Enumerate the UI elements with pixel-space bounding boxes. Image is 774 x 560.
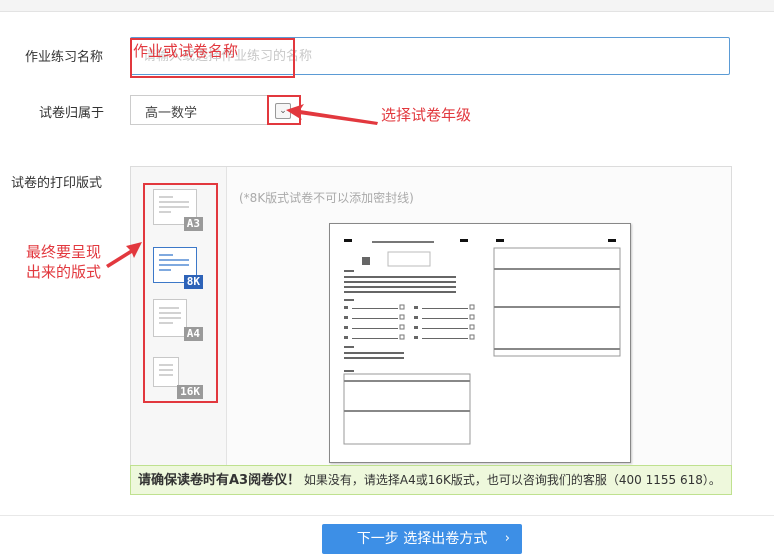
name-annotation-text: 作业或试卷名称 [133, 42, 239, 60]
next-step-button[interactable]: 下一步 选择出卷方式 › [322, 524, 522, 554]
a3-scanner-notice: 请确保读卷时有A3阅卷仪！ 如果没有，请选择A4或16K版式，也可以咨询我们的客… [130, 465, 732, 495]
notice-bold-text: 请确保读卷时有A3阅卷仪！ [138, 473, 301, 488]
next-step-label: 下一步 选择出卷方式 [356, 531, 488, 547]
format-annotation-text: 最终要呈现 出来的版式 [26, 242, 101, 282]
footer-divider [0, 515, 774, 516]
format-hint: (*8K版式试卷不可以添加密封线) [239, 191, 414, 205]
format-annotation-line1: 最终要呈现 [26, 243, 102, 261]
preview-drawing [343, 239, 621, 445]
format-annotation-line2: 出来的版式 [26, 263, 102, 281]
format-annotation-box [143, 183, 218, 403]
paper-preview [329, 223, 631, 463]
top-bar [0, 0, 774, 12]
grade-label: 试卷归属于 [39, 106, 105, 121]
print-format-label: 试卷的打印版式 [11, 176, 103, 191]
grade-annotation-text: 选择试卷年级 [381, 106, 472, 124]
print-format-panel: A3 8K A4 16K (*8K版式试卷不可以添加密封线) [130, 166, 732, 466]
grade-value: 高一数学 [145, 106, 198, 121]
notice-text: 如果没有，请选择A4或16K版式，也可以咨询我们的客服（400 1155 618… [300, 473, 721, 487]
name-label: 作业练习名称 [25, 50, 104, 65]
format-annotation-arrow [106, 242, 142, 268]
grade-annotation-arrow [286, 104, 378, 125]
chevron-right-icon: › [504, 531, 510, 546]
